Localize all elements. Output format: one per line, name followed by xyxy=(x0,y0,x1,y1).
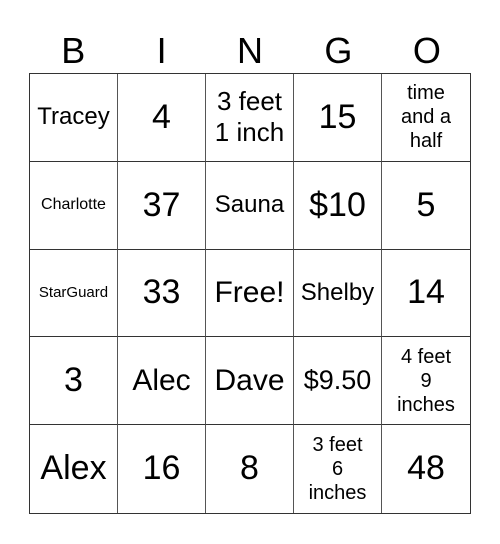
bingo-cell[interactable]: time and a half xyxy=(382,74,470,162)
free-space-cell[interactable]: Free! xyxy=(206,249,294,338)
bingo-cell[interactable]: 3 xyxy=(30,337,118,426)
bingo-header: B I N G O xyxy=(29,28,471,73)
bingo-cell[interactable]: 4 feet 9 inches xyxy=(382,337,470,426)
bingo-cell[interactable]: 15 xyxy=(294,74,382,162)
header-letter-n: N xyxy=(237,30,264,71)
bingo-cell[interactable]: 33 xyxy=(118,249,206,338)
bingo-cell[interactable]: 3 feet 1 inch xyxy=(206,74,294,162)
bingo-cell[interactable]: Sauna xyxy=(206,161,294,250)
bingo-cell[interactable]: $10 xyxy=(294,161,382,250)
bingo-cell[interactable]: Tracey xyxy=(30,74,118,162)
bingo-cell[interactable]: 48 xyxy=(382,425,470,513)
header-letter-b: B xyxy=(61,30,86,71)
header-letter-o: O xyxy=(412,30,441,71)
bingo-cell[interactable]: $9.50 xyxy=(294,337,382,426)
bingo-cell[interactable]: Shelby xyxy=(294,249,382,338)
bingo-cell[interactable]: Dave xyxy=(206,337,294,426)
bingo-cell[interactable]: 5 xyxy=(382,162,470,250)
bingo-cell[interactable]: StarGuard xyxy=(30,249,118,338)
bingo-cell[interactable]: Alec xyxy=(118,337,206,426)
header-letter-g: G xyxy=(324,30,353,71)
bingo-cell[interactable]: 16 xyxy=(118,425,206,513)
bingo-cell[interactable]: 14 xyxy=(382,250,470,338)
bingo-cell[interactable]: Alex xyxy=(30,425,118,513)
bingo-cell[interactable]: 3 feet 6 inches xyxy=(294,425,382,513)
header-letter-i: I xyxy=(156,30,167,71)
bingo-cell[interactable]: 8 xyxy=(206,425,294,513)
bingo-cell[interactable]: Charlotte xyxy=(30,161,118,250)
bingo-cell[interactable]: 4 xyxy=(118,74,206,162)
bingo-cell[interactable]: 37 xyxy=(118,161,206,250)
bingo-card-grid: Tracey 4 3 feet 1 inch 15 time and a hal… xyxy=(29,73,471,514)
